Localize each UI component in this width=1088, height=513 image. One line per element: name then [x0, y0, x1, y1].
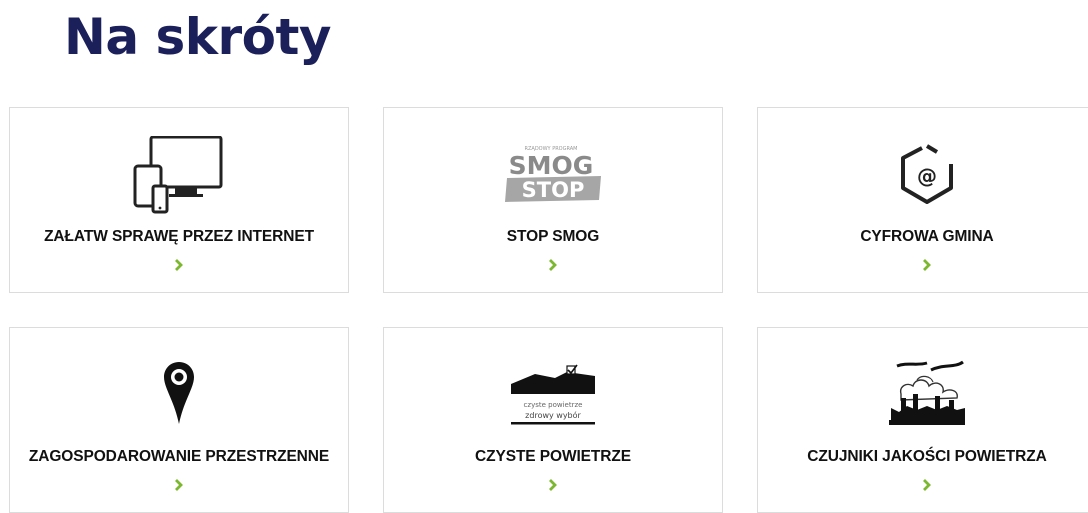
- chevron-right-icon: [923, 479, 931, 491]
- tile-label: STOP SMOG: [506, 228, 600, 245]
- map-pin-icon: [164, 362, 194, 424]
- chevron-right-icon: [175, 479, 183, 491]
- tile-czyste-powietrze[interactable]: czyste powietrze zdrowy wybór CZYSTE POW…: [383, 327, 723, 513]
- at-hexagon-icon: @: [901, 144, 953, 204]
- svg-text:zdrowy wybór: zdrowy wybór: [525, 410, 581, 420]
- tile-zalatw-sprawe[interactable]: ZAŁATW SPRAWĘ PRZEZ INTERNET: [9, 107, 349, 293]
- tile-czujniki-jakosci[interactable]: CZUJNIKI JAKOŚCI POWIETRZA: [757, 327, 1088, 513]
- chevron-right-icon: [923, 259, 931, 271]
- tile-label: ZAŁATW SPRAWĘ PRZEZ INTERNET: [44, 228, 314, 245]
- svg-text:STOP: STOP: [522, 178, 585, 202]
- devices-icon: [133, 136, 223, 214]
- tile-label: CZYSTE POWIETRZE: [475, 448, 631, 465]
- tile-label: CYFROWA GMINA: [860, 228, 994, 245]
- chevron-right-icon: [549, 479, 557, 491]
- chevron-right-icon: [549, 259, 557, 271]
- page-title: Na skróty: [64, 8, 332, 66]
- chevron-right-icon: [175, 259, 183, 271]
- tile-cyfrowa-gmina[interactable]: @ CYFROWA GMINA: [757, 107, 1088, 293]
- czyste-powietrze-logo: czyste powietrze zdrowy wybór: [511, 364, 595, 425]
- svg-text:SMOG: SMOG: [509, 151, 594, 180]
- tile-label: ZAGOSPODAROWANIE PRZESTRZENNE: [28, 448, 330, 465]
- tile-label: CZUJNIKI JAKOŚCI POWIETRZA: [807, 448, 1047, 465]
- tile-stop-smog[interactable]: RZĄDOWY PROGRAM SMOG STOP STOP SMOG: [383, 107, 723, 293]
- factory-pollution-icon: [889, 360, 965, 425]
- smog-stop-logo: RZĄDOWY PROGRAM SMOG STOP: [505, 146, 601, 202]
- tile-zagospodarowanie[interactable]: ZAGOSPODAROWANIE PRZESTRZENNE: [9, 327, 349, 513]
- svg-text:@: @: [917, 164, 937, 188]
- svg-text:czyste powietrze: czyste powietrze: [524, 401, 583, 409]
